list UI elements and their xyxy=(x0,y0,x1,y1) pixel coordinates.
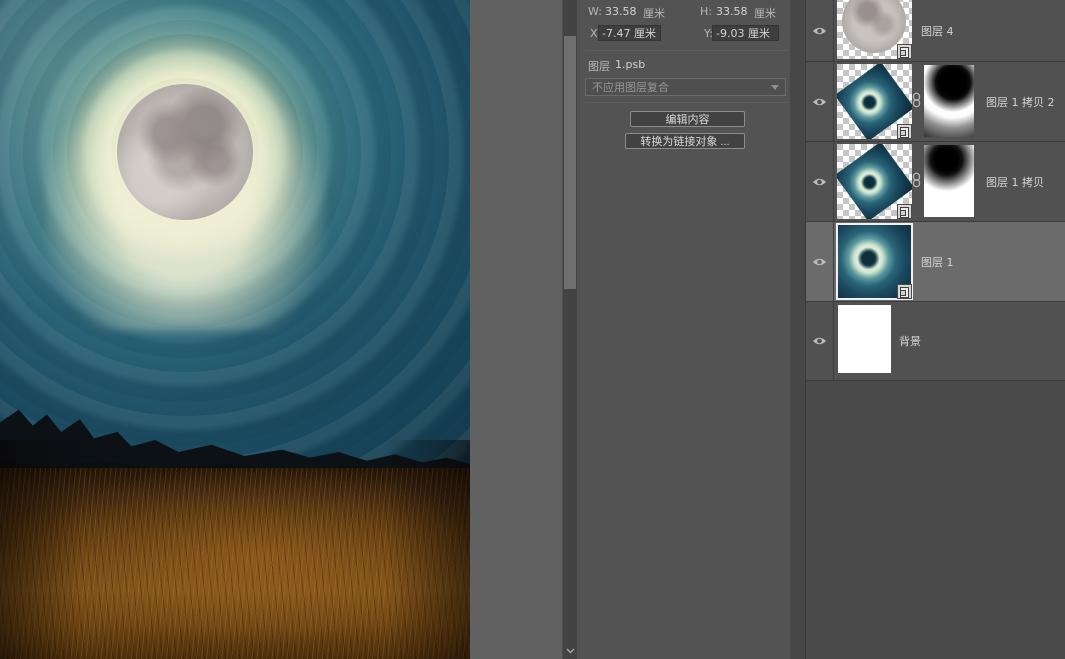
pasteboard xyxy=(470,0,563,659)
moon xyxy=(117,84,253,220)
layer-name: 图层 4 xyxy=(921,24,954,38)
layer-name: 图层 1 拷贝 2 xyxy=(986,95,1055,109)
eye-icon xyxy=(813,27,826,34)
eye-icon xyxy=(813,337,826,345)
smart-object-badge-icon xyxy=(897,284,912,299)
height-label: H: xyxy=(700,5,712,18)
mask-link-icon[interactable] xyxy=(912,92,921,111)
smart-object-badge-icon xyxy=(897,204,912,219)
visibility-toggle[interactable] xyxy=(806,0,834,61)
scrollbar-thumb[interactable] xyxy=(564,36,576,289)
layer-thumbnail[interactable] xyxy=(837,0,912,59)
layer-row[interactable]: 背景 xyxy=(806,302,1065,381)
properties-panel: W: 33.58 厘米 H: 33.58 厘米 X: Y: 图层 1.psb 不… xyxy=(577,0,790,659)
scroll-down-arrow-icon[interactable] xyxy=(563,645,577,657)
visibility-toggle[interactable] xyxy=(806,142,834,221)
document-canvas[interactable] xyxy=(0,0,470,659)
width-label: W: xyxy=(588,5,602,18)
layer-mask-thumbnail[interactable] xyxy=(924,145,974,217)
layer-filename: 1.psb xyxy=(615,58,646,71)
canvas-vertical-scrollbar[interactable] xyxy=(563,0,577,659)
layer-thumbnail[interactable] xyxy=(837,144,912,219)
layer-row-selected[interactable]: 图层 1 xyxy=(806,222,1065,302)
layer-name: 图层 1 xyxy=(921,255,954,269)
visibility-toggle[interactable] xyxy=(806,62,834,141)
layer-label: 图层 xyxy=(588,60,610,73)
edit-contents-button[interactable]: 编辑内容 xyxy=(630,111,745,127)
width-value: 33.58 xyxy=(605,5,637,18)
divider xyxy=(585,102,788,103)
layer-thumbnail[interactable] xyxy=(836,223,913,300)
x-position-field[interactable] xyxy=(598,25,661,41)
layer-thumbnail[interactable] xyxy=(837,64,912,139)
divider xyxy=(585,50,788,51)
photoshop-window: W: 33.58 厘米 H: 33.58 厘米 X: Y: 图层 1.psb 不… xyxy=(0,0,1065,659)
layer-comp-dropdown[interactable]: 不应用图层复合 xyxy=(585,78,786,96)
background-layer-thumbnail[interactable] xyxy=(838,305,891,373)
convert-to-linked-button[interactable]: 转换为链接对象 ... xyxy=(625,133,745,149)
layer-mask-thumbnail[interactable] xyxy=(924,65,974,137)
layer-name: 图层 1 拷贝 xyxy=(986,175,1044,189)
visibility-toggle[interactable] xyxy=(806,222,834,301)
width-unit: 厘米 xyxy=(643,7,665,20)
layer-name: 背景 xyxy=(899,335,921,348)
eye-icon xyxy=(813,98,826,105)
layer-row[interactable]: 图层 1 拷贝 xyxy=(806,142,1065,222)
visibility-toggle[interactable] xyxy=(806,302,834,380)
eye-icon xyxy=(813,258,826,265)
height-unit: 厘米 xyxy=(754,7,776,20)
smart-object-badge-icon xyxy=(897,44,912,59)
layer-row[interactable]: 图层 1 拷贝 2 xyxy=(806,62,1065,142)
y-position-field[interactable] xyxy=(712,25,779,41)
eye-icon xyxy=(813,178,826,185)
layer-row[interactable]: 图层 4 xyxy=(806,0,1065,62)
vignette xyxy=(0,440,470,659)
smart-object-badge-icon xyxy=(897,124,912,139)
layers-panel: 图层 4 图层 1 拷贝 2 图层 1 拷贝 图层 1 背景 xyxy=(806,0,1065,659)
panel-divider xyxy=(790,0,806,659)
height-value: 33.58 xyxy=(716,5,748,18)
mask-link-icon[interactable] xyxy=(912,172,921,191)
chevron-down-icon xyxy=(771,84,779,90)
layer-comp-value: 不应用图层复合 xyxy=(592,81,669,94)
